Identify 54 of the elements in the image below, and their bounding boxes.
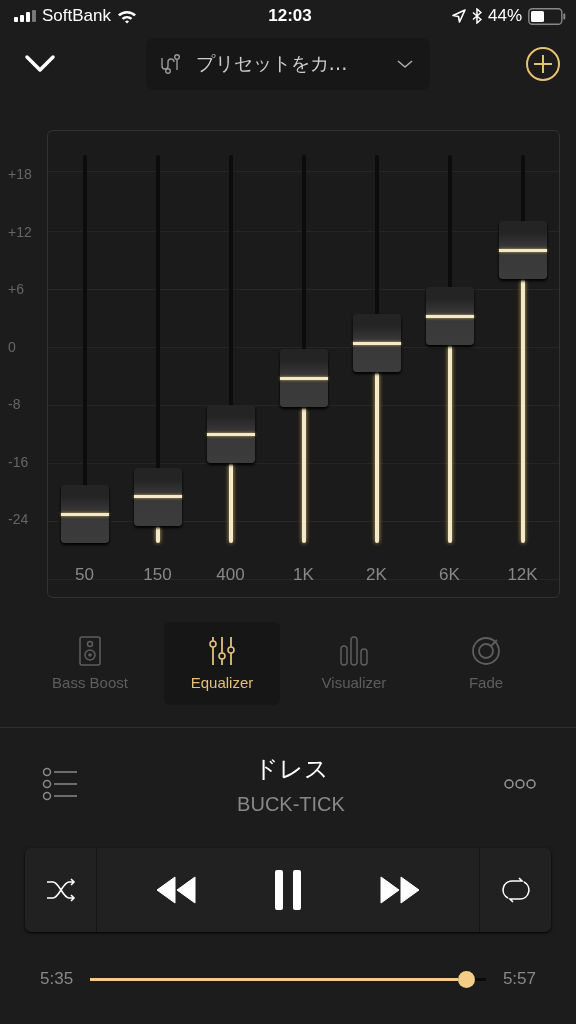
curve-icon — [159, 52, 182, 76]
scale-label: +6 — [8, 281, 25, 297]
signal-icon — [14, 10, 36, 22]
fast-forward-icon[interactable] — [380, 876, 420, 904]
more-icon[interactable] — [504, 778, 536, 790]
scale-label: 0 — [8, 338, 17, 355]
preset-dropdown[interactable]: プリセットをカ… — [145, 38, 430, 90]
scale-label: +18 — [8, 166, 33, 182]
frequency-label: 2K — [366, 565, 387, 585]
mode-tab[interactable]: Bass Boost — [32, 622, 148, 705]
frequency-label: 50 — [75, 565, 94, 585]
mode-tab[interactable]: Fade — [428, 622, 544, 705]
battery-icon — [528, 7, 566, 25]
bluetooth-icon — [472, 8, 482, 24]
shuffle-icon[interactable] — [45, 878, 76, 902]
mode-tab[interactable]: Equalizer — [164, 622, 280, 705]
total-time: 5:57 — [502, 969, 536, 989]
bars-icon — [340, 636, 368, 666]
scale-label: +12 — [8, 223, 33, 240]
progress-thumb[interactable] — [458, 970, 476, 988]
playlist-icon[interactable] — [42, 767, 78, 801]
frequency-label: 6K — [439, 565, 460, 585]
slider-thumb[interactable] — [352, 314, 401, 373]
slider-thumb[interactable] — [206, 405, 255, 464]
slider-thumb[interactable] — [498, 221, 547, 280]
battery-percent: 44% — [488, 6, 522, 26]
mode-tab[interactable]: Visualizer — [296, 622, 412, 705]
speaker-icon — [79, 636, 101, 666]
collapse-chevron-icon[interactable] — [24, 54, 56, 74]
wifi-icon — [117, 8, 137, 24]
frequency-label: 1K — [293, 565, 314, 585]
slider-thumb[interactable] — [279, 349, 328, 408]
clock-time: 12:03 — [268, 6, 312, 26]
elapsed-time: 5:35 — [40, 969, 74, 989]
add-preset-button[interactable] — [525, 46, 561, 82]
slider-thumb[interactable] — [60, 485, 109, 543]
scale-label: -16 — [8, 453, 30, 470]
frequency-label: 400 — [216, 565, 245, 585]
frequency-label: 12K — [507, 565, 538, 585]
slider-thumb[interactable] — [133, 467, 182, 526]
repeat-icon[interactable] — [499, 877, 532, 903]
song-title: ドレス — [253, 753, 329, 785]
fade-icon — [471, 636, 501, 666]
carrier-name: SoftBank — [42, 6, 111, 26]
sliders-icon — [209, 636, 235, 666]
slider-thumb[interactable] — [425, 287, 474, 346]
scale-label: -24 — [8, 511, 30, 527]
location-icon — [452, 9, 466, 23]
rewind-icon[interactable] — [156, 876, 196, 904]
scale-label: -8 — [8, 396, 22, 412]
artist-name: BUCK-TICK — [237, 792, 345, 816]
chevron-down-icon — [395, 59, 414, 69]
pause-icon[interactable] — [274, 869, 302, 911]
frequency-label: 150 — [143, 565, 172, 585]
